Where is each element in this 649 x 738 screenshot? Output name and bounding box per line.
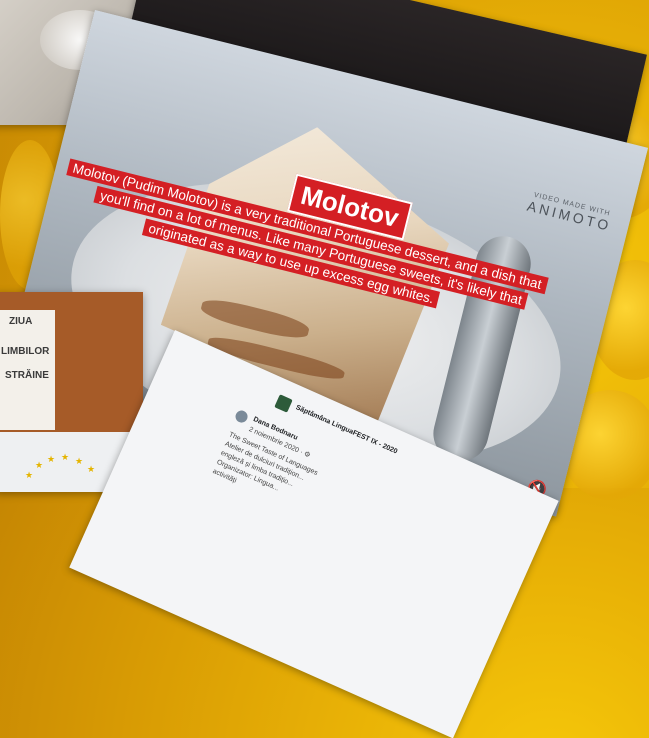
star-icon: ★ <box>87 464 96 474</box>
star-icon: ★ <box>25 470 34 480</box>
poster-paper: ZIUA LIMBILOR STRĂINE <box>0 310 55 430</box>
star-icon: ★ <box>35 460 44 470</box>
star-icon: ★ <box>75 456 84 466</box>
star-icon: ★ <box>61 452 70 462</box>
poster-line: STRĂINE <box>5 370 49 381</box>
star-icon: ★ <box>47 454 56 464</box>
poster-line: ZIUA <box>9 316 33 327</box>
animoto-badge: VIDEO MADE WITH ANIMOTO <box>514 188 626 237</box>
group-avatar <box>274 394 293 413</box>
author-avatar[interactable] <box>233 408 250 425</box>
poster-line: LIMBILOR <box>1 346 50 357</box>
